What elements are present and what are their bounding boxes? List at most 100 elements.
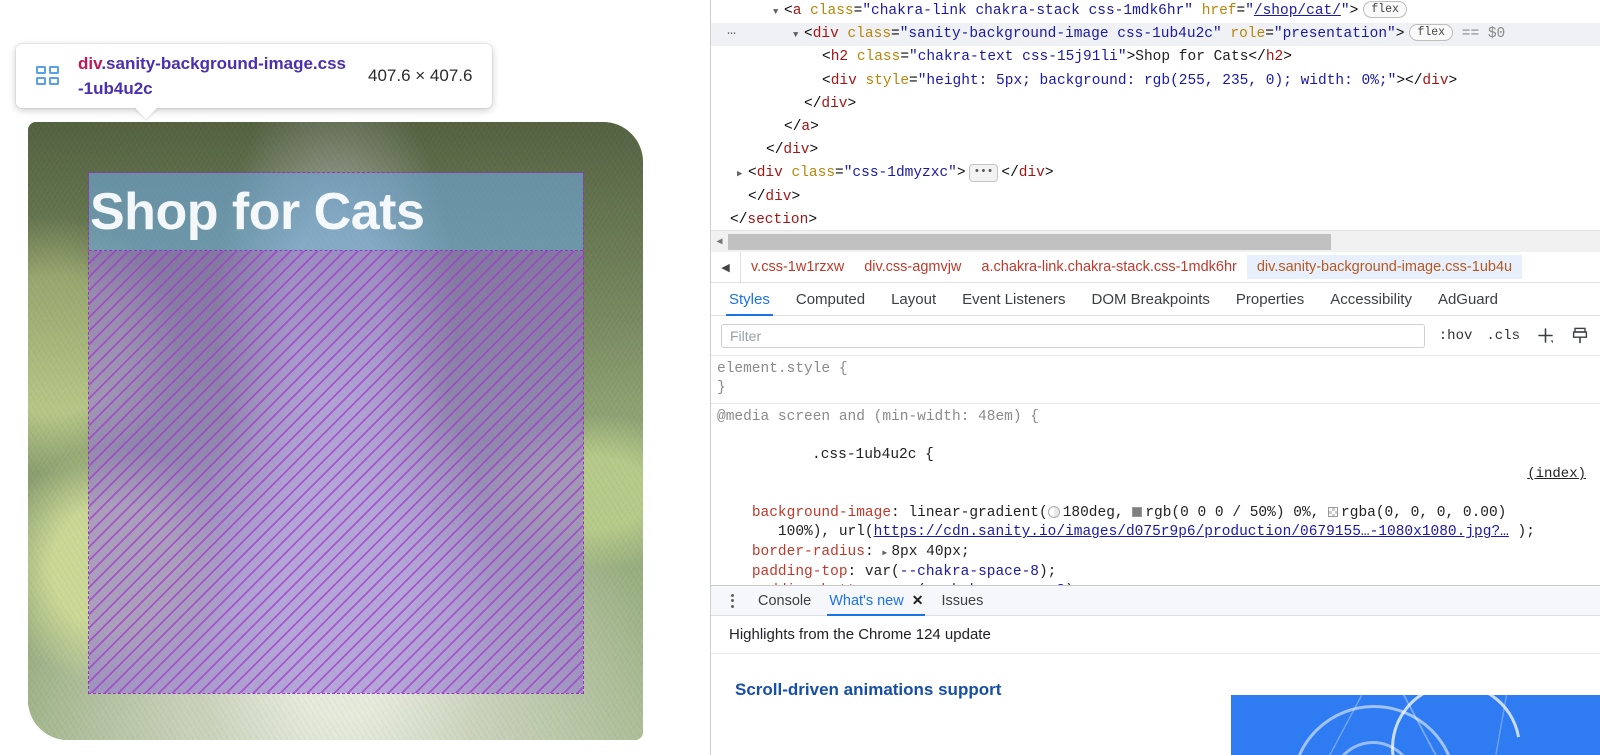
dom-row-ellipsis-icon[interactable]: … [719, 23, 745, 43]
declaration-background-image-continued[interactable]: 100%), url(https://cdn.sanity.io/images/… [717, 523, 1600, 542]
styles-rules-list[interactable]: element.style { } @media screen and (min… [711, 356, 1600, 585]
dom-token: > [791, 188, 801, 205]
dom-token: "chakra-text css-15j91li" [909, 49, 1127, 66]
collapsed-children-icon[interactable]: ••• [968, 164, 999, 183]
dom-tree-row[interactable]: </div> [711, 93, 1600, 116]
declaration-padding-top[interactable]: padding-top: var(--chakra-space-8); [717, 563, 1600, 582]
angle-picker-icon[interactable] [1047, 506, 1060, 519]
tab-layout[interactable]: Layout [891, 283, 936, 316]
toggle-pseudo-states-button[interactable]: :hov [1439, 328, 1473, 344]
declaration-border-radius[interactable]: border-radius: 8px 40px; [717, 543, 1600, 563]
dom-token: div [830, 72, 857, 89]
breadcrumb-scroll-left-icon[interactable]: ◀ [711, 252, 741, 282]
dom-token: "presentation" [1273, 26, 1396, 43]
expand-shorthand-icon[interactable] [882, 544, 891, 563]
dom-token: div [756, 165, 783, 182]
dom-token: > [1395, 26, 1405, 43]
background-image-url[interactable]: https://cdn.sanity.io/images/d075r9p6/pr… [874, 524, 1509, 540]
dom-tree-row[interactable]: </div> [711, 186, 1600, 209]
breadcrumb-item-active[interactable]: div.sanity-background-image.css-1ub4u [1246, 255, 1523, 279]
dom-token: > [1448, 72, 1458, 89]
element-style-rule[interactable]: element.style { } [711, 356, 1600, 403]
media-query-line: @media screen and (min-width: 48em) { [717, 408, 1039, 425]
dom-token: > [1283, 49, 1292, 66]
styles-filter-placeholder: Filter [730, 327, 762, 344]
flex-badge[interactable]: flex [1363, 1, 1407, 18]
tab-dom-breakpoints[interactable]: DOM Breakpoints [1092, 283, 1210, 316]
dom-token: = [900, 49, 910, 66]
color-swatch[interactable] [1328, 507, 1339, 518]
scrollbar-thumb[interactable] [728, 234, 1331, 250]
flex-badge[interactable]: flex [1409, 24, 1454, 42]
breadcrumb[interactable]: ◀ v.css-1w1rzxw div.css-agmvjw a.chakra-li… [711, 252, 1600, 283]
panel-tab-bar[interactable]: Styles Computed Layout Event Listeners DOM B… [711, 283, 1600, 316]
dom-token[interactable]: /shop/cat/ [1254, 3, 1341, 19]
tab-styles[interactable]: Styles [726, 283, 773, 316]
dom-token: > [847, 95, 857, 112]
disclosure-triangle-icon[interactable] [737, 163, 748, 186]
drawer-tab-console[interactable]: Console [758, 586, 811, 616]
whats-new-heading: Highlights from the Chrome 124 update [711, 616, 1600, 654]
disclosure-triangle-icon[interactable] [793, 24, 804, 47]
declaration-background-image[interactable]: background-image: linear-gradient(180deg… [717, 504, 1600, 523]
dom-tree-row[interactable]: …<div class="sanity-background-image css… [711, 23, 1600, 47]
dom-token: div [1018, 165, 1045, 182]
dom-token: h2 [830, 49, 849, 66]
dom-token: h2 [1265, 49, 1284, 66]
dom-token: "css-1dmyzxc" [843, 165, 957, 182]
tooltip-dimensions: 407.6 × 407.6 [368, 66, 473, 85]
dom-token: class [847, 26, 892, 43]
disclosure-triangle-icon[interactable] [773, 1, 784, 24]
whats-new-article-image[interactable] [1231, 695, 1600, 755]
dom-token: div [783, 142, 810, 159]
tab-properties[interactable]: Properties [1236, 283, 1304, 316]
styles-filter-input[interactable]: Filter [721, 323, 1425, 348]
breadcrumb-item[interactable]: div.css-agmvjw [854, 255, 971, 279]
tab-adguard[interactable]: AdGuard [1438, 283, 1498, 316]
color-swatch[interactable] [1132, 507, 1143, 518]
tab-event-listeners[interactable]: Event Listeners [962, 283, 1065, 316]
tab-computed[interactable]: Computed [796, 283, 865, 316]
toggle-class-editor-button[interactable]: .cls [1486, 328, 1520, 344]
media-rule[interactable]: @media screen and (min-width: 48em) { .c… [711, 402, 1600, 585]
dom-tree-row[interactable]: </section> [711, 209, 1600, 232]
tooltip-element-name: div.sanity-background-image.css-1ub4u2c [78, 51, 348, 101]
dom-token: > [809, 142, 819, 159]
whats-new-article-title[interactable]: Scroll-driven animations support [735, 680, 1001, 700]
drawer-tab-label: Issues [941, 592, 984, 609]
dom-tree-row[interactable]: <div class="css-1dmyzxc">•••</div> [711, 162, 1600, 185]
kebab-menu-icon[interactable] [725, 593, 740, 608]
dom-tree-row[interactable]: <a class="chakra-link chakra-stack css-1… [711, 0, 1600, 23]
drawer-tab-bar[interactable]: Console What's new ✕ Issues [711, 586, 1600, 616]
breadcrumb-item[interactable]: v.css-1w1rzxw [741, 255, 854, 279]
tab-accessibility[interactable]: Accessibility [1330, 283, 1412, 316]
dom-token: </ [1248, 49, 1266, 66]
dom-tree-row[interactable]: </a> [711, 116, 1600, 139]
dom-tree-horizontal-scrollbar[interactable]: ◀ [711, 230, 1600, 252]
dom-token: div [821, 95, 848, 112]
dom-tree-row[interactable]: <h2 class="chakra-text css-15j91li">Shop… [711, 46, 1600, 69]
drawer-tab-label: What's new [829, 592, 904, 609]
print-style-icon[interactable] [1571, 326, 1590, 345]
breadcrumb-item[interactable]: a.chakra-link.chakra-stack.css-1mdk6hr [971, 255, 1246, 279]
dom-tree[interactable]: <a class="chakra-link chakra-stack css-1… [711, 0, 1600, 232]
dom-token: role [1230, 26, 1266, 43]
close-icon[interactable]: ✕ [912, 592, 924, 609]
dom-token: class [856, 49, 901, 66]
highlight-content-padding-divider [89, 250, 583, 251]
dom-token: " [1245, 3, 1254, 19]
page-viewport: Shop for Cats div.sanity-background-imag… [0, 0, 710, 755]
plus-icon[interactable] [1536, 326, 1555, 345]
grid-icon [36, 66, 62, 86]
stylesheet-source-link[interactable]: (index) [1527, 465, 1586, 484]
dom-token: > [1126, 49, 1136, 66]
drawer-tab-issues[interactable]: Issues [941, 586, 983, 616]
dom-tree-row[interactable]: <div style="height: 5px; background: rgb… [711, 70, 1600, 93]
styles-toolbar[interactable]: Filter :hov .cls [711, 316, 1600, 356]
dom-token: > [808, 211, 818, 228]
dom-token [783, 165, 792, 181]
dom-tree-row[interactable]: </div> [711, 139, 1600, 162]
devtools-drawer: Console What's new ✕ Issues Highlights from… [711, 585, 1600, 755]
drawer-tab-what-s-new[interactable]: What's new ✕ [827, 586, 926, 616]
scrollbar-left-arrow-icon[interactable]: ◀ [711, 231, 728, 252]
